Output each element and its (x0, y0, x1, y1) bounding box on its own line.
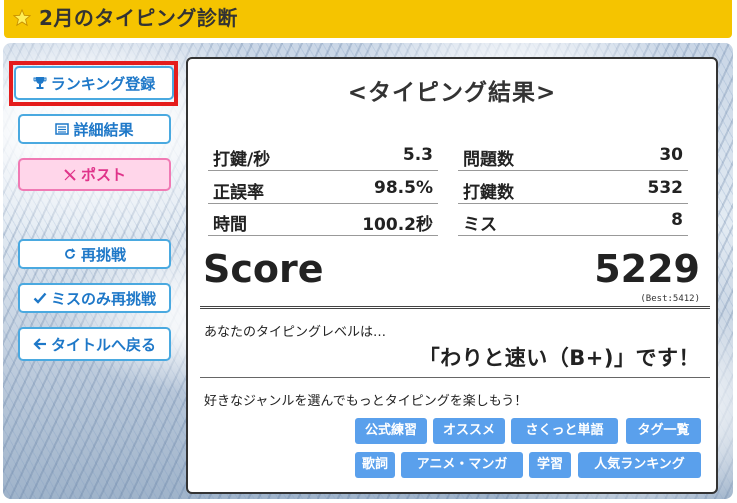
list-icon (55, 123, 70, 135)
genre-recommended[interactable]: オススメ (433, 418, 505, 444)
genre-anime-manga[interactable]: アニメ・マンガ (401, 452, 523, 478)
stat-value-time: 100.2秒 (362, 215, 433, 235)
x-logo-icon (64, 168, 76, 181)
level-divider (200, 377, 710, 378)
stat-divider (208, 235, 438, 236)
stat-value-keystrokes: 532 (647, 178, 684, 198)
stat-value-accuracy: 98.5% (374, 178, 433, 198)
stat-label-questions: 問題数 (463, 150, 514, 170)
stat-value-keys-per-sec: 5.3 (402, 145, 433, 165)
arrow-left-icon (33, 338, 46, 350)
score-value: 5229 (594, 247, 700, 291)
stat-divider (458, 203, 688, 204)
stat-value-questions: 30 (659, 145, 683, 165)
retry-label: 再挑戦 (80, 245, 126, 264)
stat-label-keys-per-sec: 打鍵/秒 (213, 150, 271, 170)
result-title: <タイピング結果> (347, 80, 557, 106)
star-icon (13, 9, 31, 27)
genre-official-practice[interactable]: 公式練習 (355, 418, 427, 444)
genre-intro: 好きなジャンルを選んでもっとタイピングを楽しもう！ (204, 394, 528, 409)
result-panel: <タイピング結果> 打鍵/秒 5.3 正誤率 98.5% 時間 100.2秒 問… (186, 57, 718, 494)
retry-button[interactable]: 再挑戦 (18, 239, 171, 269)
best-score: (Best:5412) (640, 294, 700, 304)
score-divider (200, 306, 710, 309)
stat-divider (208, 203, 438, 204)
stat-label-misses: ミス (463, 215, 497, 235)
stat-label-time: 時間 (213, 215, 247, 235)
genre-study[interactable]: 学習 (529, 452, 571, 478)
details-button[interactable]: 詳細結果 (18, 114, 171, 144)
stat-label-keystrokes: 打鍵数 (463, 183, 514, 203)
retry-miss-button[interactable]: ミスのみ再挑戦 (18, 283, 171, 313)
check-icon (33, 292, 47, 304)
page-title: 2月のタイピング診断 (39, 6, 238, 30)
stat-label-accuracy: 正誤率 (213, 183, 264, 203)
trophy-icon (33, 77, 47, 89)
level-intro: あなたのタイピングレベルは… (204, 325, 387, 340)
stat-value-misses: 8 (671, 210, 683, 230)
header-bar: 2月のタイピング診断 (4, 0, 732, 38)
genre-quick-words[interactable]: さくっと単語 (511, 418, 618, 444)
ranking-register-button[interactable]: ランキング登録 (14, 66, 174, 100)
stat-divider (458, 235, 688, 236)
score-label: Score (203, 247, 324, 291)
level-result: 「わりと速い（B+)」です！ (418, 346, 700, 370)
ranking-register-label: ランキング登録 (50, 74, 156, 93)
back-to-title-label: タイトルへ戻る (50, 335, 156, 354)
refresh-icon (65, 248, 76, 259)
genre-popular-ranking[interactable]: 人気ランキング (578, 452, 701, 478)
post-label: ポスト (80, 166, 126, 184)
retry-miss-label: ミスのみ再挑戦 (50, 289, 156, 308)
genre-tag-list[interactable]: タグ一覧 (626, 418, 701, 444)
details-label: 詳細結果 (73, 120, 134, 139)
back-to-title-button[interactable]: タイトルへ戻る (18, 327, 171, 361)
stat-divider (208, 170, 438, 171)
genre-lyrics[interactable]: 歌詞 (355, 452, 395, 478)
post-button[interactable]: ポスト (18, 158, 171, 191)
stat-divider (458, 170, 688, 171)
